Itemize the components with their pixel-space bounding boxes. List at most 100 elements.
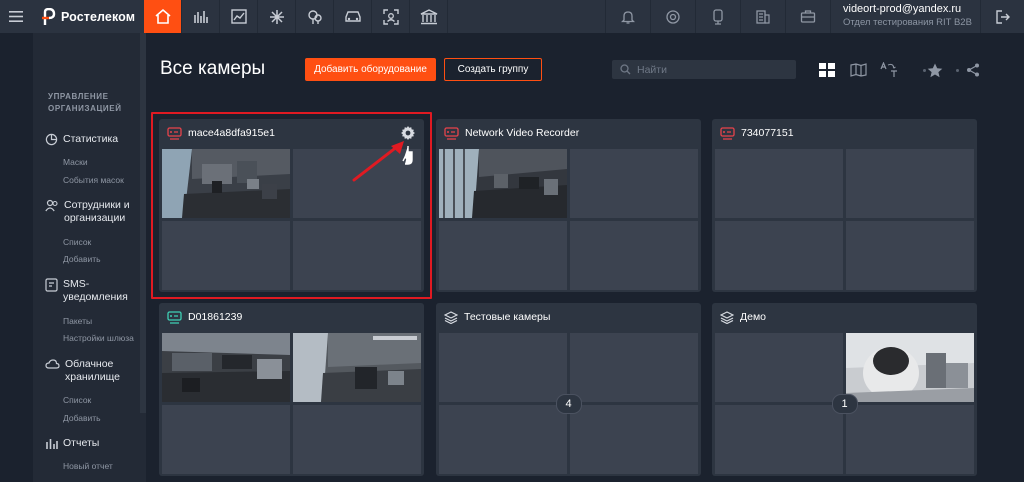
nav-home[interactable] [144,0,182,33]
camera-grid: 4 [439,333,698,474]
camera-slot-empty[interactable] [439,221,567,290]
building-button[interactable] [740,0,785,33]
page-title: Все камеры [160,58,266,79]
sidebar-item-label: Сотрудники и организации [64,199,130,224]
briefcase-button[interactable] [785,0,830,33]
device-card[interactable]: Network Video Recorder [436,119,701,292]
recorder-icon [720,126,735,140]
support-button[interactable] [650,0,695,33]
camera-slot-empty[interactable] [846,405,974,474]
camera-slot-empty[interactable] [570,221,698,290]
camera-grid [439,149,698,290]
logo[interactable]: Ростелеком [32,0,144,33]
map-view-button[interactable] [847,60,869,80]
camera-preview[interactable] [162,333,290,402]
camera-preview[interactable] [439,149,567,218]
card-title: D01861239 [188,311,243,323]
share-button[interactable] [962,60,984,80]
sidebar-item-label: Статистика [63,133,119,145]
device-card[interactable]: D01861239 [159,303,424,476]
recorder-icon [444,126,459,140]
sidebar-sub-packages[interactable]: Пакеты [63,316,92,326]
top-bar: Ростелеком videort-prod@yandex.ru Отдел … [0,0,1024,33]
analytics-icon [193,11,208,23]
sort-button[interactable] [878,60,900,80]
location-icon [307,9,322,24]
annotation-arrow-icon [352,141,413,182]
favorites-button[interactable] [924,60,946,80]
translate-sort-icon [880,62,897,77]
search-box[interactable] [612,60,796,79]
nav-snowflake[interactable] [258,0,296,33]
nav-face-scan[interactable] [372,0,410,33]
device-button[interactable] [695,0,740,33]
building-icon [756,9,770,24]
camera-preview[interactable] [162,149,290,218]
sidebar-item-reports[interactable]: Отчеты [45,437,99,450]
user-info[interactable]: videort-prod@yandex.ru Отдел тестировани… [830,0,980,33]
layers-icon [720,310,734,324]
briefcase-icon [800,10,816,23]
camera-slot-empty[interactable] [162,221,290,290]
sidebar-sub-masks[interactable]: Маски [63,157,88,167]
camera-slot-empty[interactable] [846,149,974,218]
camera-preview[interactable] [293,333,421,402]
group-card[interactable]: Демо 1 [712,303,977,476]
sidebar-sub-cloud-add[interactable]: Добавить [63,413,101,423]
face-scan-icon [382,8,399,25]
notifications-button[interactable] [605,0,650,33]
card-header: 734077151 [720,125,969,141]
device-card[interactable]: 734077151 [712,119,977,292]
sidebar-item-employees[interactable]: Сотрудники и организации [45,199,134,225]
card-header: Network Video Recorder [444,125,693,141]
camera-grid [715,149,974,290]
rostelecom-logo-icon [42,7,56,26]
logout-button[interactable] [980,0,1024,33]
camera-slot-empty[interactable] [715,333,843,402]
sidebar-item-label: Отчеты [63,437,100,449]
office-camera-image [439,149,567,218]
nav-car[interactable] [334,0,372,33]
snowflake-icon [269,9,284,24]
camera-slot-empty[interactable] [715,221,843,290]
camera-slot-empty[interactable] [439,405,567,474]
camera-slot-empty[interactable] [846,221,974,290]
sidebar-sub-gateway-settings[interactable]: Настройки шлюза [63,333,134,343]
add-equipment-button[interactable]: Добавить оборудование [305,58,436,81]
sidebar-scrollbar[interactable] [140,33,146,413]
camera-slot-empty[interactable] [162,405,290,474]
nav-location[interactable] [296,0,334,33]
sidebar-sub-employee-add[interactable]: Добавить [63,254,101,264]
camera-slot-empty[interactable] [570,405,698,474]
grid-view-button[interactable] [816,60,838,80]
sidebar-item-sms[interactable]: SMS-уведомления [45,278,133,304]
sidebar-sub-cloud-list[interactable]: Список [63,395,91,405]
sidebar-item-statistics[interactable]: Статистика [45,133,118,146]
cursor-hand-icon [402,146,413,165]
camera-slot-empty[interactable] [715,405,843,474]
nav-bank[interactable] [410,0,448,33]
camera-slot-empty[interactable] [570,333,698,402]
camera-slot-empty[interactable] [293,221,421,290]
group-camera-count: 1 [831,393,858,414]
menu-icon[interactable] [0,0,32,33]
camera-grid [162,333,421,474]
nav-trend[interactable] [220,0,258,33]
left-gutter [0,33,33,482]
group-card[interactable]: Тестовые камеры 4 [436,303,701,476]
camera-slot-empty[interactable] [570,149,698,218]
create-group-button[interactable]: Создать группу [444,58,542,81]
camera-slot-empty[interactable] [715,149,843,218]
office-camera-image [293,333,421,402]
sidebar-item-cloud[interactable]: Облачное хранилище [45,358,135,384]
sidebar-sub-new-report[interactable]: Новый отчет [63,461,113,471]
nav-analytics[interactable] [182,0,220,33]
camera-slot-empty[interactable] [293,405,421,474]
camera-slot-empty[interactable] [439,333,567,402]
users-icon [45,199,58,212]
camera-preview[interactable] [846,333,974,402]
sidebar-sub-mask-events[interactable]: События масок [63,175,124,185]
search-input[interactable] [637,63,787,76]
sidebar-sub-employee-list[interactable]: Список [63,237,91,247]
recorder-icon [167,310,182,324]
